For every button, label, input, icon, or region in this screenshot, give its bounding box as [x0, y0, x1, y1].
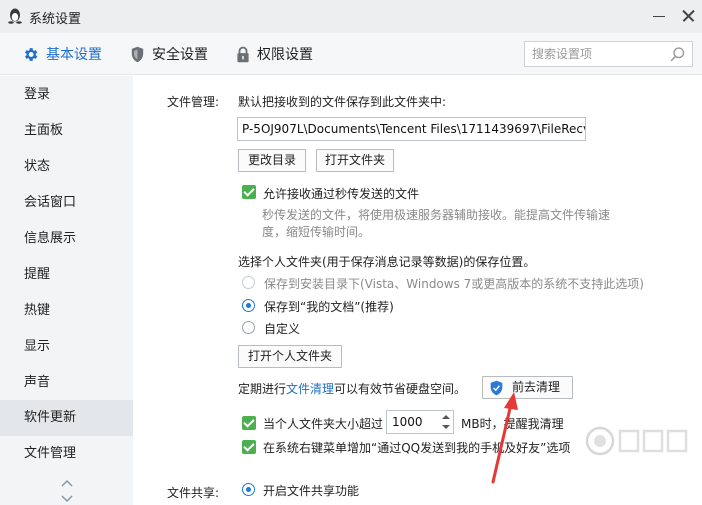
search-icon[interactable]: [669, 46, 686, 63]
open-folder-button[interactable]: 打开文件夹: [316, 149, 394, 172]
radio-custom[interactable]: [242, 321, 255, 334]
sidebar-item-info-display[interactable]: 信息展示: [0, 221, 133, 257]
radio-my-documents[interactable]: [242, 299, 255, 312]
sidebar-item-sound[interactable]: 声音: [0, 365, 133, 401]
open-personal-folder-button[interactable]: 打开个人文件夹: [238, 345, 342, 368]
title-bar: 系统设置: [0, 0, 702, 33]
sidebar-item-login[interactable]: 登录: [0, 77, 133, 113]
sidebar-item-status[interactable]: 状态: [0, 149, 133, 185]
shield-icon: [131, 46, 144, 62]
context-menu-label: 在系统右键菜单增加“通过QQ发送到我的手机及好友”选项: [263, 441, 571, 455]
settings-tab-bar: 基本设置 安全设置 权限设置: [0, 33, 702, 75]
default-folder-text: 默认把接收到的文件保存到此文件夹中:: [238, 95, 447, 109]
tab-label: 基本设置: [46, 47, 102, 63]
penguin-icon: [8, 8, 22, 24]
sidebar-item-software-update[interactable]: 软件更新: [0, 400, 133, 436]
cleanup-prefix: 定期进行: [238, 382, 287, 396]
cleanup-text: 定期进行文件清理可以有效节省硬盘空间。: [238, 380, 466, 397]
tab-permission-settings[interactable]: 权限设置: [236, 43, 313, 65]
radio-my-documents-label: 保存到“我的文档”(推荐): [264, 300, 394, 314]
stepper-up-icon[interactable]: [439, 411, 453, 422]
enable-file-sharing-label: 开启文件共享功能: [263, 484, 360, 498]
red-arrow-icon: [491, 392, 518, 484]
cleanup-suffix: 可以有效节省硬盘空间。: [334, 382, 467, 396]
size-limit-checkbox[interactable]: [242, 416, 256, 430]
size-limit-stepper[interactable]: 1000: [386, 410, 454, 434]
sidebar-item-hotkeys[interactable]: 热键: [0, 293, 133, 329]
sidebar-item-chat-window[interactable]: 会话窗口: [0, 185, 133, 221]
file-management-section-label: 文件管理:: [167, 95, 220, 109]
context-menu-checkbox[interactable]: [242, 440, 256, 454]
radio-install-directory[interactable]: [242, 276, 255, 289]
minimize-button[interactable]: [650, 7, 668, 25]
size-limit-value: 1000: [392, 415, 423, 429]
second-transfer-description-line1: 秒传发送的文件，将使用极速服务器辅助接收。能提高文件传输速: [262, 208, 611, 222]
settings-sidebar: 登录 主面板 状态 会话窗口 信息展示 提醒 热键 显示 声音 软件更新 文件管…: [0, 76, 133, 505]
sidebar-item-display[interactable]: 显示: [0, 329, 133, 365]
gear-icon: [25, 47, 38, 61]
window-title: 系统设置: [29, 12, 82, 27]
tab-label: 权限设置: [257, 47, 313, 63]
personal-folder-text: 选择个人文件夹(用于保存消息记录等数据)的保存位置。: [238, 255, 536, 269]
watermark-logo-icon: [585, 426, 688, 456]
tab-basic-settings[interactable]: 基本设置: [22, 43, 102, 65]
file-sharing-section-label: 文件共享:: [167, 486, 220, 500]
radio-install-directory-label: 保存到安装目录下(Vista、Windows 7或更高版本的系统不支持此选项): [264, 277, 644, 291]
change-directory-button[interactable]: 更改目录: [238, 149, 306, 172]
file-cleanup-link[interactable]: 文件清理: [286, 382, 334, 396]
search-box: [524, 41, 693, 67]
second-transfer-description-line2: 度，缩短传输时间。: [262, 225, 371, 239]
size-limit-prefix: 当个人文件夹大小超过: [263, 417, 384, 431]
tab-security-settings[interactable]: 安全设置: [130, 43, 208, 65]
radio-enable-file-sharing[interactable]: [242, 483, 255, 496]
sidebar-item-main-panel[interactable]: 主面板: [0, 113, 133, 149]
sidebar-scroll-arrows-icon[interactable]: [60, 477, 74, 505]
radio-custom-label: 自定义: [264, 322, 301, 336]
allow-second-transfer-label: 允许接收通过秒传发送的文件: [263, 187, 420, 201]
tab-label: 安全设置: [152, 47, 208, 63]
allow-second-transfer-checkbox[interactable]: [242, 185, 256, 199]
save-path-field[interactable]: P-5OJ907L\Documents\Tencent Files\171143…: [237, 117, 586, 141]
lock-icon: [237, 46, 249, 62]
stepper-down-icon[interactable]: [439, 422, 453, 433]
sidebar-item-file-management[interactable]: 文件管理: [0, 436, 133, 472]
sidebar-item-reminder[interactable]: 提醒: [0, 257, 133, 293]
close-button[interactable]: [680, 7, 698, 25]
search-input[interactable]: [525, 42, 665, 66]
